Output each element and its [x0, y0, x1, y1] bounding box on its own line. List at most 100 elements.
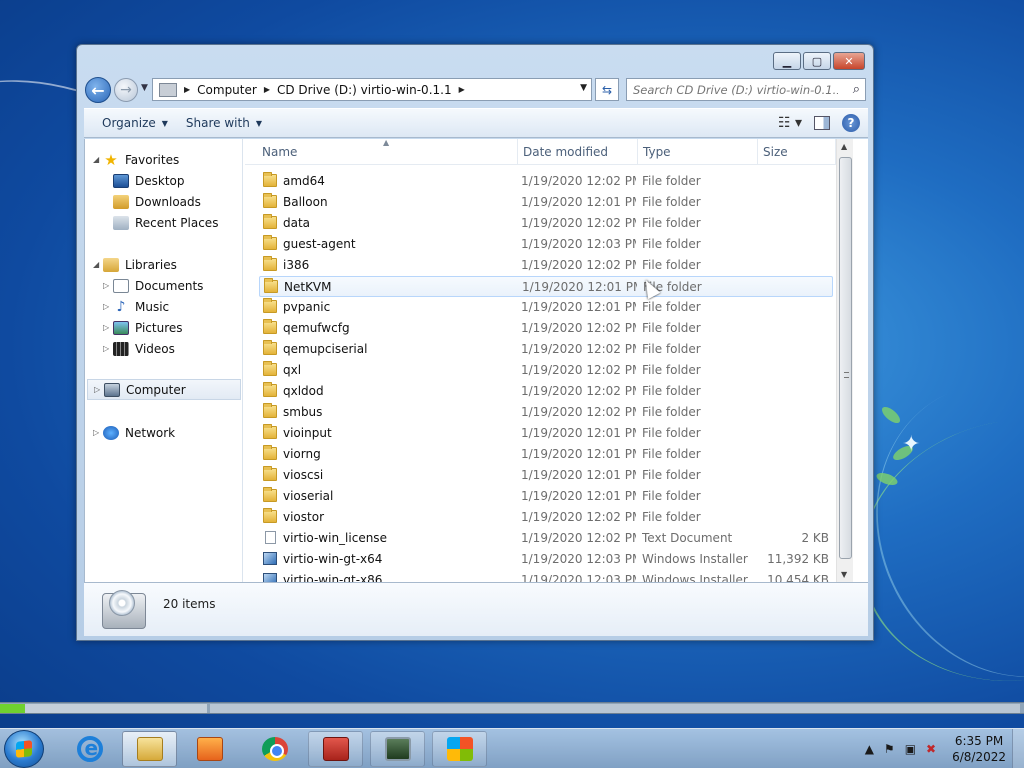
- column-header-name[interactable]: Name: [262, 145, 297, 159]
- taskbar-windows-app[interactable]: [432, 731, 487, 767]
- flag-icon[interactable]: ⚑: [884, 742, 895, 756]
- column-divider[interactable]: [517, 139, 518, 165]
- taskbar-toolbox-app[interactable]: [308, 731, 363, 767]
- folder-icon: [263, 193, 277, 208]
- libraries-icon: [103, 257, 119, 272]
- file-row[interactable]: vioserial 1/19/2020 12:01 PM File folder: [259, 486, 833, 507]
- breadcrumb-cd-drive[interactable]: CD Drive (D:) virtio-win-0.1.1: [277, 83, 452, 97]
- maximize-button[interactable]: ▢: [803, 52, 831, 70]
- wallpaper-leaf: [879, 404, 903, 426]
- search-icon[interactable]: ⌕: [853, 82, 860, 97]
- collapsed-triangle-icon[interactable]: ▷: [94, 385, 104, 394]
- taskbar-monitor-app[interactable]: [370, 731, 425, 767]
- address-bar[interactable]: ▶ Computer ▶ CD Drive (D:) virtio-win-0.…: [152, 78, 592, 101]
- taskbar-windows-explorer[interactable]: [122, 731, 177, 767]
- collapsed-triangle-icon[interactable]: ▷: [103, 302, 113, 311]
- file-row[interactable]: qemufwcfg 1/19/2020 12:02 PM File folder: [259, 318, 833, 339]
- breadcrumb-computer[interactable]: Computer: [197, 83, 257, 97]
- minimize-button[interactable]: ▁: [773, 52, 801, 70]
- file-row[interactable]: viorng 1/19/2020 12:01 PM File folder: [259, 444, 833, 465]
- file-row[interactable]: data 1/19/2020 12:02 PM File folder: [259, 213, 833, 234]
- network-tray-icon[interactable]: ▣: [905, 742, 916, 756]
- file-type: File folder: [642, 237, 701, 251]
- collapsed-triangle-icon[interactable]: ▷: [103, 323, 113, 332]
- arrow-left-icon: ←: [91, 80, 105, 100]
- nav-downloads[interactable]: Downloads: [113, 191, 201, 212]
- taskbar-media-player[interactable]: [182, 731, 237, 767]
- nav-recent-places[interactable]: Recent Places: [113, 212, 218, 233]
- file-row[interactable]: i386 1/19/2020 12:02 PM File folder: [259, 255, 833, 276]
- expanded-triangle-icon[interactable]: ◢: [93, 260, 103, 269]
- show-desktop-button[interactable]: [1012, 729, 1024, 768]
- nav-desktop[interactable]: Desktop: [113, 170, 185, 191]
- forward-button[interactable]: →: [114, 78, 138, 102]
- nav-documents[interactable]: ▷ Documents: [103, 275, 203, 296]
- file-row[interactable]: viostor 1/19/2020 12:02 PM File folder: [259, 507, 833, 528]
- file-row[interactable]: NetKVM 1/19/2020 12:01 PM File folder: [259, 276, 833, 297]
- change-view-button[interactable]: ☷ ▾: [778, 115, 802, 131]
- column-header-size[interactable]: Size: [763, 145, 788, 159]
- scroll-down-icon[interactable]: ▼: [841, 570, 847, 579]
- expanded-triangle-icon[interactable]: ◢: [93, 155, 103, 164]
- file-row[interactable]: guest-agent 1/19/2020 12:03 PM File folder: [259, 234, 833, 255]
- nav-network[interactable]: ▷ Network: [93, 422, 175, 443]
- clock[interactable]: 6:35 PM 6/8/2022: [952, 733, 1006, 765]
- chevron-right-icon[interactable]: ▶: [184, 85, 190, 94]
- file-row[interactable]: vioinput 1/19/2020 12:01 PM File folder: [259, 423, 833, 444]
- nav-music[interactable]: ▷ ♪ Music: [103, 296, 169, 317]
- file-row[interactable]: virtio-win_license 1/19/2020 12:02 PM Text…: [259, 528, 833, 549]
- nav-favorites[interactable]: ◢ ★ Favorites: [93, 149, 179, 170]
- file-type: File folder: [642, 363, 701, 377]
- chevron-right-icon[interactable]: ▶: [459, 85, 465, 94]
- search-box[interactable]: ⌕: [626, 78, 866, 101]
- back-button[interactable]: ←: [85, 77, 111, 103]
- organize-button[interactable]: Organize ▼: [102, 116, 168, 130]
- collapsed-triangle-icon[interactable]: ▷: [103, 281, 113, 290]
- file-row[interactable]: smbus 1/19/2020 12:02 PM File folder: [259, 402, 833, 423]
- chevron-down-icon: ▼: [255, 118, 262, 128]
- file-row[interactable]: vioscsi 1/19/2020 12:01 PM File folder: [259, 465, 833, 486]
- file-row[interactable]: qxldod 1/19/2020 12:02 PM File folder: [259, 381, 833, 402]
- file-row[interactable]: amd64 1/19/2020 12:02 PM File folder: [259, 171, 833, 192]
- nav-computer[interactable]: ▷ Computer: [87, 379, 241, 400]
- file-row[interactable]: virtio-win-gt-x86 1/19/2020 12:03 PM Windo…: [259, 570, 833, 582]
- downloads-icon: [113, 194, 129, 209]
- show-hidden-icons-icon[interactable]: ▲: [865, 742, 874, 756]
- close-button[interactable]: ✕: [833, 52, 865, 70]
- column-header-type[interactable]: Type: [643, 145, 671, 159]
- file-row[interactable]: qemupciserial 1/19/2020 12:02 PM File fold…: [259, 339, 833, 360]
- folder-icon: [263, 382, 277, 397]
- taskbar-chrome[interactable]: [247, 731, 302, 767]
- refresh-button[interactable]: ⇆: [595, 78, 619, 101]
- file-size: 2 KB: [801, 531, 829, 545]
- file-row[interactable]: Balloon 1/19/2020 12:01 PM File folder: [259, 192, 833, 213]
- nav-libraries[interactable]: ◢ Libraries: [93, 254, 177, 275]
- recent-pages-dropdown[interactable]: ▼: [141, 83, 148, 93]
- chevron-right-icon[interactable]: ▶: [264, 85, 270, 94]
- file-row[interactable]: virtio-win-gt-x64 1/19/2020 12:03 PM Windo…: [259, 549, 833, 570]
- column-divider[interactable]: [757, 139, 758, 165]
- search-input[interactable]: [633, 82, 838, 97]
- nav-pictures[interactable]: ▷ Pictures: [103, 317, 183, 338]
- file-row[interactable]: pvpanic 1/19/2020 12:01 PM File folder: [259, 297, 833, 318]
- vertical-scrollbar[interactable]: ▲ ▼: [836, 139, 853, 582]
- desktop-icon: [113, 173, 129, 188]
- collapsed-triangle-icon[interactable]: ▷: [93, 428, 103, 437]
- taskbar-internet-explorer[interactable]: [62, 731, 117, 767]
- file-date: 1/19/2020 12:03 PM: [521, 237, 636, 251]
- address-dropdown-icon[interactable]: ▼: [580, 83, 587, 93]
- scroll-up-icon[interactable]: ▲: [841, 142, 847, 151]
- volume-muted-icon[interactable]: ✖: [926, 742, 936, 756]
- scrollbar-thumb[interactable]: [839, 157, 852, 559]
- nav-videos[interactable]: ▷ Videos: [103, 338, 175, 359]
- column-header-date[interactable]: Date modified: [523, 145, 608, 159]
- file-type: Text Document: [642, 531, 733, 545]
- start-button[interactable]: [4, 730, 44, 768]
- folder-icon: [263, 487, 277, 502]
- help-icon[interactable]: ?: [842, 114, 860, 132]
- preview-pane-button[interactable]: [814, 116, 830, 130]
- collapsed-triangle-icon[interactable]: ▷: [103, 344, 113, 353]
- file-row[interactable]: qxl 1/19/2020 12:02 PM File folder: [259, 360, 833, 381]
- column-divider[interactable]: [637, 139, 638, 165]
- share-with-button[interactable]: Share with ▼: [186, 116, 262, 130]
